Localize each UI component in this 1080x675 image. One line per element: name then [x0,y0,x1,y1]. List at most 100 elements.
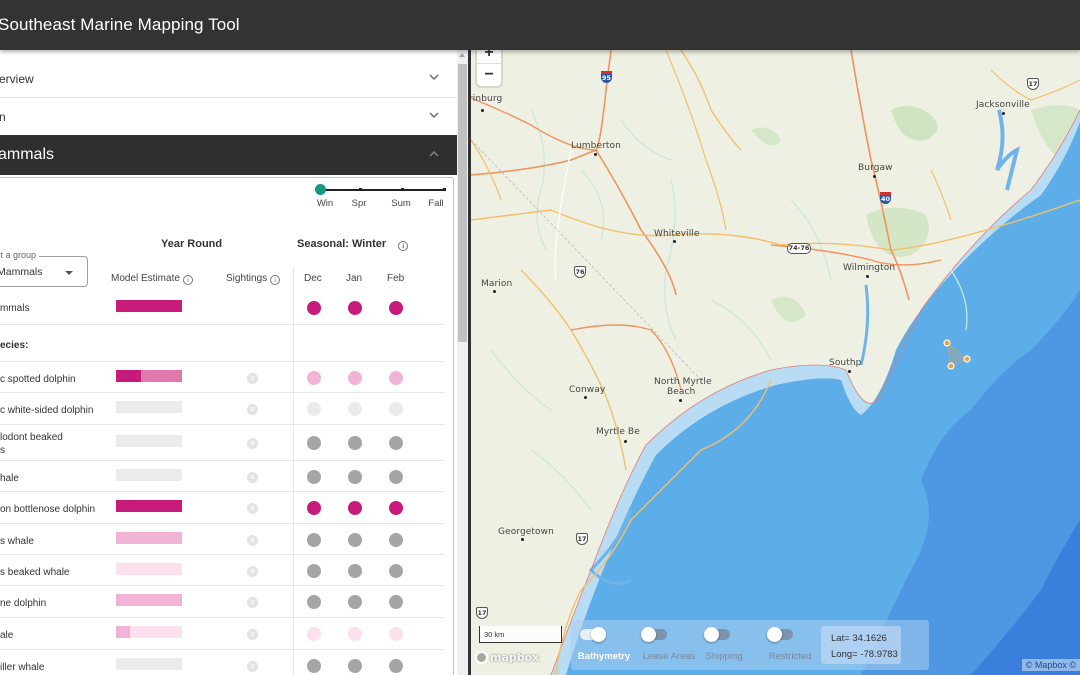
table-row[interactable]: c white-sided dolphin x [0,393,444,425]
toggle-label-restricted[interactable]: Restricted [769,651,812,662]
sightings-indicator[interactable]: x [247,404,258,415]
sightings-indicator[interactable]: x [247,597,258,608]
toggle-bathymetry[interactable] [580,627,606,642]
table-row[interactable]: lodont beaked s x [0,425,444,461]
table-row[interactable]: c spotted dolphin x [0,362,444,393]
table-row[interactable]: ale x [0,618,444,650]
month-presence-dot [307,371,321,385]
map-attribution[interactable]: © Mapbox © [1021,659,1080,671]
table-row[interactable]: s beaked whale x [0,555,444,586]
sidebar-scrollbar[interactable] [457,50,468,675]
place-dot [521,538,524,541]
panel-divider[interactable] [468,50,471,675]
season-label-win[interactable]: Win [317,198,333,209]
info-icon[interactable]: i [398,241,409,251]
bar-segment [116,532,182,544]
species-heading-row: ecies: [0,325,444,362]
month-presence-dot [389,659,403,673]
month-presence-dot [389,627,403,641]
model-estimate-bar [116,532,182,544]
zoom-out-button[interactable]: − [477,64,501,86]
month-presence-dot [307,301,321,315]
layer-control-panel: Bathymetry Lease Areas Shipping Restrict… [571,620,929,670]
month-presence-dot [348,301,362,315]
sightings-indicator[interactable]: x [247,438,258,449]
month-presence-dot [307,470,321,484]
scrollbar-thumb[interactable] [458,64,467,342]
model-estimate-bar [116,563,182,575]
table-row[interactable]: ne dolphin x [0,586,444,618]
sightings-indicator[interactable]: x [247,503,258,514]
species-name: iller whale [0,661,45,673]
place-label: North Myrtle [654,377,712,387]
zoom-in-button[interactable]: + [477,50,501,64]
map[interactable]: + − rinburg Lumberton Jacksonville Burga… [471,50,1080,675]
accordion-second[interactable]: n [0,98,457,136]
accordion-overview[interactable]: erview [0,60,457,98]
model-estimate-header: Model Estimate i [111,273,193,285]
place-dot [1002,112,1005,115]
app-title: Southeast Marine Mapping Tool [0,15,240,34]
bar-segment [129,626,182,638]
month-presence-dot [389,402,403,416]
lease-area-vertex[interactable] [943,339,951,347]
place-dot [673,240,676,243]
sightings-indicator[interactable]: x [247,566,258,577]
scroll-up-arrow-icon[interactable] [459,53,465,57]
month-presence-dot [307,533,321,547]
info-icon[interactable]: i [270,275,281,285]
table-row[interactable]: on bottlenose dolphin x [0,492,444,524]
season-label-fall[interactable]: Fall [428,198,443,209]
lease-area-vertex[interactable] [963,355,971,363]
species-name: c white-sided dolphin [0,404,94,416]
season-slider[interactable]: Win Spr Sum Fall [315,184,448,214]
month-presence-dot [348,533,362,547]
toggle-restricted[interactable] [767,627,793,642]
place-dot [866,275,869,278]
lease-area-vertex[interactable] [947,362,955,370]
slider-knob[interactable] [315,184,326,195]
month-presence-dot [348,564,362,578]
season-label-sum[interactable]: Sum [391,198,411,209]
place-label: Jacksonville [976,100,1030,110]
place-dot [584,396,587,399]
toggle-knob [641,627,656,642]
mapbox-logo-text: mapbox [490,651,540,664]
place-label: Georgetown [498,527,554,537]
month-presence-dot [348,595,362,609]
mapbox-logo[interactable]: mapbox [475,651,539,664]
toggle-label-bathymetry[interactable]: Bathymetry [578,651,630,662]
sightings-indicator[interactable]: x [247,472,258,483]
toggle-label-lease-areas[interactable]: Lease Areas [643,651,696,662]
table-row[interactable]: s whale x [0,524,444,555]
month-header-feb: Feb [387,273,405,284]
toggle-knob [591,627,606,642]
longitude-readout: Long= -78.9783 [831,649,898,660]
scale-label: 30 km [484,630,505,639]
model-estimate-bar [116,658,182,670]
mapbox-logo-icon [475,651,488,664]
toggle-shipping[interactable] [704,627,730,642]
place-label: Whiteville [654,229,700,239]
place-dot [873,175,876,178]
table-row[interactable]: hale x [0,461,444,492]
toggle-lease-areas[interactable] [641,627,667,642]
sightings-indicator[interactable]: x [247,373,258,384]
month-presence-dot [348,402,362,416]
toggle-label-shipping[interactable]: Shipping [706,651,743,662]
sightings-indicator[interactable]: x [247,661,258,672]
model-estimate-bar [116,469,182,481]
month-presence-dot [389,501,403,515]
sightings-indicator[interactable]: x [247,535,258,546]
sightings-indicator[interactable]: x [247,629,258,640]
season-label-spr[interactable]: Spr [352,198,367,209]
slider-track[interactable] [320,189,444,191]
month-header-jan: Jan [346,273,363,284]
month-presence-dot [307,501,321,515]
slider-tick [443,188,446,191]
group-select[interactable]: ct a group Mammals [0,250,88,287]
bar-segment [116,626,130,638]
info-icon[interactable]: i [182,275,193,285]
accordion-mammals[interactable]: ammals [0,135,457,175]
table-row[interactable]: iller whale x [0,650,444,675]
